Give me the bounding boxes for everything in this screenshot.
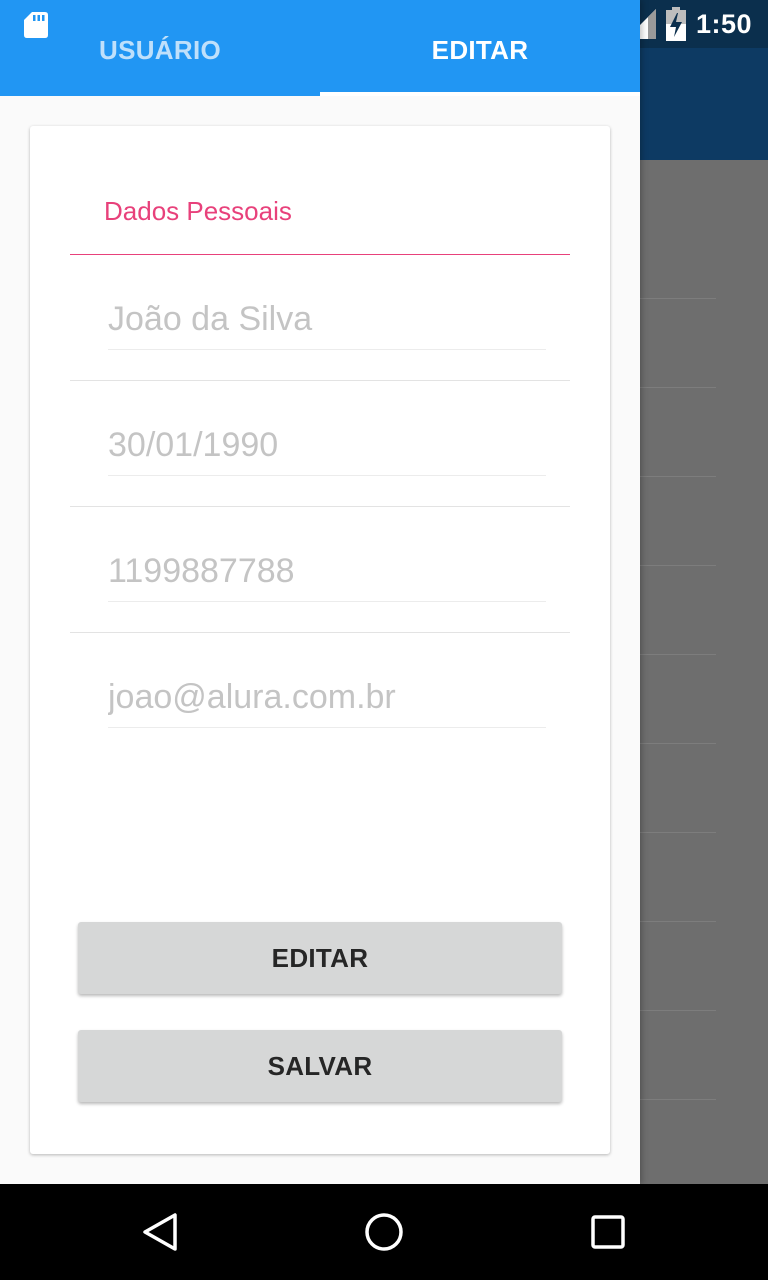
background-list-divider [640,565,716,566]
background-list-divider [640,921,716,922]
phone-field[interactable] [108,542,546,602]
edit-button[interactable]: EDITAR [78,922,562,994]
edit-user-drawer: USUÁRIO EDITAR Dados Pessoais EDITAR SAL… [0,0,640,1184]
email-field[interactable] [108,668,546,728]
recents-icon[interactable] [584,1208,632,1256]
personal-data-card: Dados Pessoais EDITAR SALVAR [30,126,610,1154]
background-list-divider [640,1010,716,1011]
background-list-divider [640,654,716,655]
row-divider [70,632,570,633]
birthdate-field[interactable] [108,416,546,476]
background-list-divider [640,1099,716,1100]
tab-usuario[interactable]: USUÁRIO [0,0,320,96]
battery-charging-icon [665,7,686,41]
status-time: 1:50 [695,8,752,39]
background-list-divider [640,387,716,388]
background-list-divider [640,832,716,833]
background-list-divider [640,298,716,299]
tab-bar: USUÁRIO EDITAR [0,0,640,96]
row-divider [70,380,570,381]
tab-usuario-label: USUÁRIO [99,34,221,65]
row-divider [70,506,570,507]
background-list-divider [640,476,716,477]
section-title: Dados Pessoais [104,196,292,226]
save-button[interactable]: SALVAR [78,1030,562,1102]
tab-editar-label: EDITAR [431,34,529,65]
tab-editar[interactable]: EDITAR [320,0,640,96]
tab-selected-indicator [320,92,640,96]
navigation-bar [0,1184,768,1280]
section-divider [70,254,570,255]
background-list-divider [640,743,716,744]
name-field[interactable] [108,290,546,350]
home-icon[interactable] [360,1208,408,1256]
back-icon[interactable] [136,1208,184,1256]
